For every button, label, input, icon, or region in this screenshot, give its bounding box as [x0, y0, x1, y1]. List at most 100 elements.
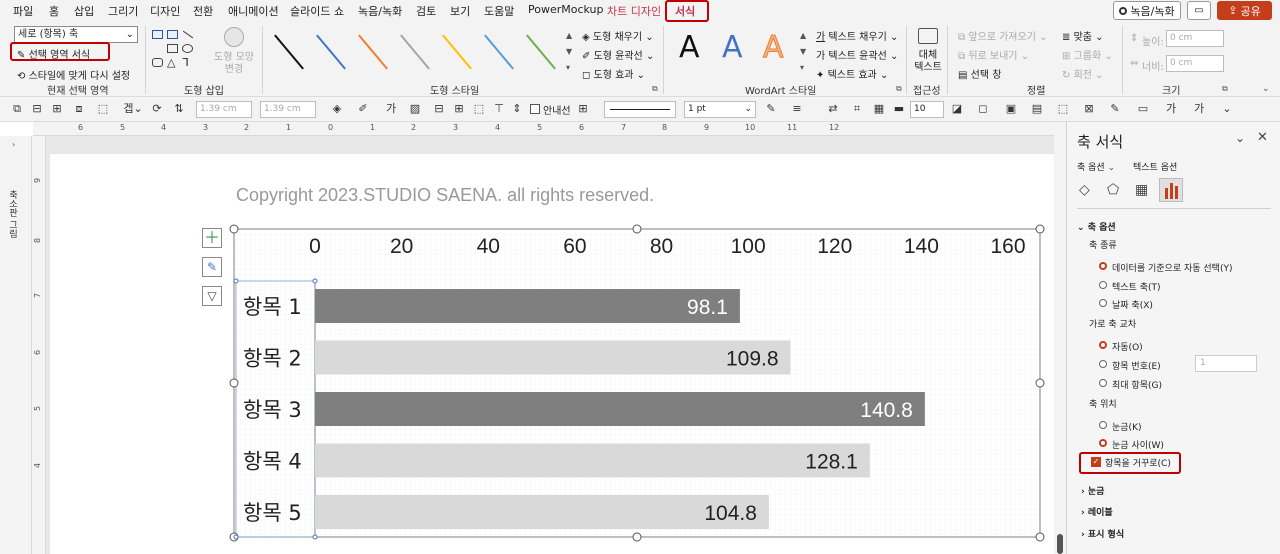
section-labels[interactable]: › 레이블: [1081, 505, 1113, 518]
fill-toolbar-icon[interactable]: ◈: [330, 102, 344, 116]
resize-handle[interactable]: [1035, 532, 1045, 542]
x-tick-label[interactable]: 20: [390, 235, 413, 258]
order-icon[interactable]: ⧈: [72, 102, 86, 116]
chevron-right-icon[interactable]: ›: [12, 140, 15, 149]
x-tick-label[interactable]: 100: [731, 235, 766, 258]
line-weight-select[interactable]: 1 pt ⌄: [684, 101, 756, 118]
radio-cross-number[interactable]: [1099, 360, 1107, 368]
resize-handle[interactable]: [1035, 224, 1045, 234]
section-number-format[interactable]: › 표시 형식: [1081, 527, 1124, 540]
overflow-icon[interactable]: ⌄: [1220, 102, 1234, 116]
wordart-style-blue[interactable]: A: [722, 30, 743, 65]
pen-color-icon[interactable]: ✎: [764, 102, 778, 116]
x-tick-label[interactable]: 60: [563, 235, 586, 258]
close-icon[interactable]: ✕: [1257, 130, 1268, 145]
picture-icon[interactable]: ▦: [872, 102, 886, 116]
shape-outline-mini-icon[interactable]: ◻: [976, 102, 990, 116]
resize-handle[interactable]: [229, 224, 239, 234]
menu-powermockup[interactable]: PowerMockup: [528, 3, 604, 16]
transform-icon[interactable]: ⬚: [1056, 102, 1070, 116]
guides-checkbox[interactable]: [530, 104, 540, 114]
radio-auto-select[interactable]: [1099, 262, 1107, 270]
highlight-icon[interactable]: ▨: [408, 102, 422, 116]
slide[interactable]: Copyright 2023.STUDIO SAENA. all rights …: [50, 154, 1054, 554]
folder-icon[interactable]: ▬: [892, 102, 906, 116]
resize-handle[interactable]: [632, 224, 642, 234]
format-painter-icon[interactable]: ✎: [1108, 102, 1122, 116]
shape-styles-gallery[interactable]: [268, 28, 568, 78]
menu-file[interactable]: 파일: [13, 3, 33, 19]
text-fill-mini-icon[interactable]: 가: [1164, 102, 1178, 116]
x-tick-label[interactable]: 40: [477, 235, 500, 258]
selection-pane-button[interactable]: ▤ 선택 창: [958, 66, 1001, 81]
size-dialog-launcher-icon[interactable]: ⧉: [1222, 84, 1228, 94]
axis-handle[interactable]: [233, 278, 239, 284]
data-label[interactable]: 109.8: [726, 348, 779, 371]
ribbon-collapse-icon[interactable]: ⌄: [1262, 84, 1270, 94]
tab-axis-options[interactable]: 축 옵션 ⌄: [1077, 160, 1115, 173]
radio-date-axis[interactable]: [1099, 299, 1107, 307]
align-objects-icon[interactable]: ⊟: [30, 102, 44, 116]
radio-text-axis[interactable]: [1099, 281, 1107, 289]
menu-design[interactable]: 디자인: [150, 3, 180, 19]
menu-draw[interactable]: 그리기: [108, 3, 138, 19]
grid-icon[interactable]: ⊞: [576, 102, 590, 116]
menu-record[interactable]: 녹음/녹화: [358, 3, 402, 19]
size-properties-icon[interactable]: ▦: [1135, 182, 1148, 198]
layer-icon[interactable]: ⬚: [96, 102, 110, 116]
cross-number-input[interactable]: 1: [1195, 355, 1257, 372]
resize-handle[interactable]: [229, 378, 239, 388]
axis-handle[interactable]: [312, 278, 318, 284]
arrow-style-icon[interactable]: ⇄: [826, 102, 840, 116]
wordart-style-black[interactable]: A: [679, 30, 700, 65]
send-backward-button[interactable]: ⧉ 뒤로 보내기 ⌄: [958, 47, 1029, 62]
shape-fill-button[interactable]: ◈ 도형 채우기 ⌄: [582, 28, 654, 43]
x-tick-label[interactable]: 0: [309, 235, 321, 258]
slide-canvas[interactable]: Copyright 2023.STUDIO SAENA. all rights …: [46, 136, 1054, 554]
alt-text-button[interactable]: 대체 텍스트: [914, 50, 942, 74]
edit-shape-button[interactable]: 도형 모양 변경: [214, 52, 254, 76]
group-objects-icon[interactable]: ⧉: [10, 102, 24, 116]
width-b-input[interactable]: 1.39 cm: [260, 101, 316, 118]
align-middle-icon[interactable]: ⇕: [510, 102, 524, 116]
chevron-down-icon[interactable]: ⌄: [1235, 131, 1245, 145]
bar[interactable]: [315, 392, 925, 426]
shapes-gallery[interactable]: △ ᒣ: [152, 30, 202, 78]
radio-on-tick[interactable]: [1099, 421, 1107, 429]
comment-button[interactable]: ▭: [1187, 1, 1211, 20]
record-button[interactable]: 녹음/녹화: [1113, 1, 1181, 20]
flip-icon[interactable]: ⇅: [172, 102, 186, 116]
menu-transitions[interactable]: 전환: [193, 3, 213, 19]
axis-handle[interactable]: [312, 534, 318, 540]
menu-view[interactable]: 보기: [450, 3, 470, 19]
menu-home[interactable]: 홈: [49, 3, 59, 19]
3d-icon[interactable]: ▤: [1030, 102, 1044, 116]
text-outline-button[interactable]: 가 텍스트 윤곽선 ⌄: [816, 47, 898, 62]
x-tick-label[interactable]: 140: [904, 235, 939, 258]
menu-insert[interactable]: 삽입: [74, 3, 94, 19]
width-input[interactable]: 0 cm: [1166, 55, 1224, 72]
axis-options-icon[interactable]: [1159, 178, 1183, 202]
shadow-icon[interactable]: ◪: [950, 102, 964, 116]
category-label[interactable]: 항목 2: [243, 347, 302, 371]
format-selection-button[interactable]: ✎ 선택 영역 서식: [17, 46, 90, 61]
effects-mini-icon[interactable]: ▣: [1004, 102, 1018, 116]
reset-style-button[interactable]: ⟲ 스타일에 맞게 다시 설정: [17, 67, 130, 82]
line-style-select[interactable]: [604, 101, 676, 118]
height-input[interactable]: 0 cm: [1166, 30, 1224, 47]
bar[interactable]: [315, 495, 769, 529]
wordart-style-orange[interactable]: A: [763, 30, 785, 66]
resize-handle[interactable]: [632, 532, 642, 542]
bar[interactable]: [315, 443, 870, 478]
menu-slideshow[interactable]: 슬라이드 쇼: [290, 3, 344, 19]
x-tick-label[interactable]: 80: [650, 235, 673, 258]
radio-cross-auto[interactable]: [1099, 341, 1107, 349]
paste-format-icon[interactable]: ▭: [1136, 102, 1150, 116]
rotate-button[interactable]: ↻ 회전 ⌄: [1062, 66, 1104, 81]
resize-handle[interactable]: [1035, 378, 1045, 388]
bar[interactable]: [315, 289, 740, 323]
data-label[interactable]: 104.8: [704, 502, 757, 525]
category-label[interactable]: 항목 1: [243, 295, 302, 319]
x-tick-label[interactable]: 160: [990, 235, 1025, 258]
menu-review[interactable]: 검토: [416, 3, 436, 19]
